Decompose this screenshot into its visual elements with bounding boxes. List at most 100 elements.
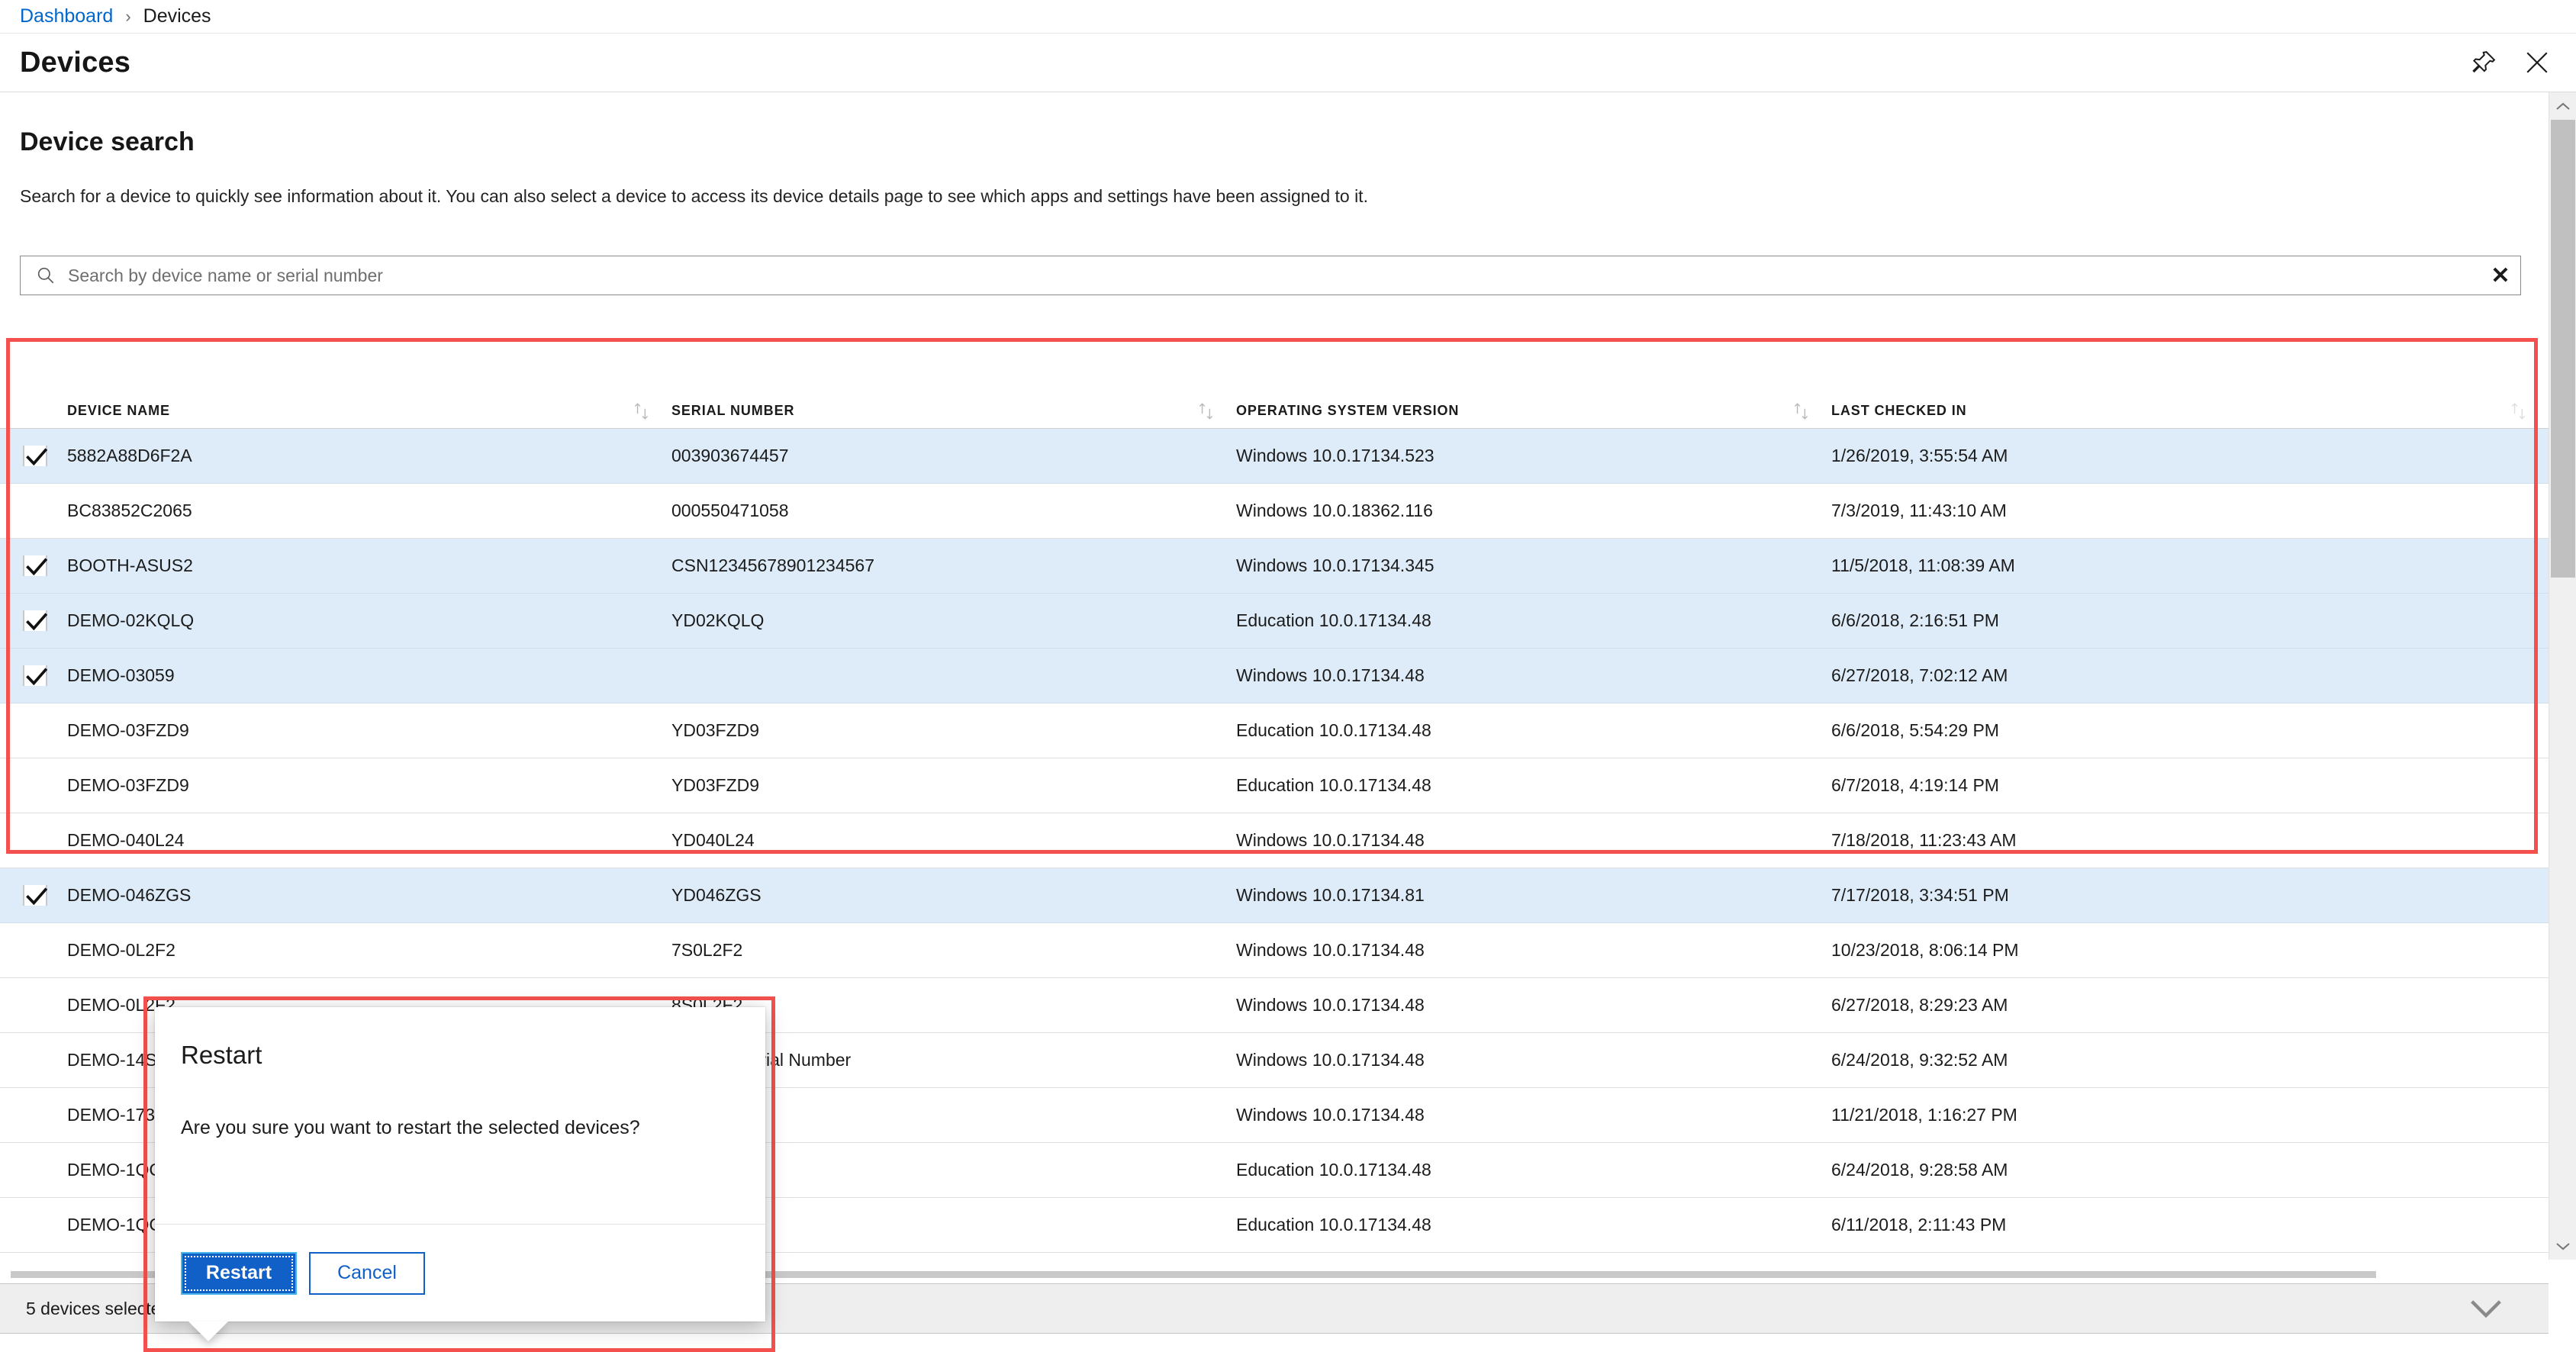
chevron-down-icon[interactable] [2469,1298,2503,1319]
breadcrumb-separator-icon: › [125,6,131,26]
dialog-cancel-button[interactable]: Cancel [309,1251,425,1295]
cell-last-checked-in: 11/21/2018, 1:16:27 PM [1831,1105,2017,1125]
dialog-restart-confirm-button[interactable]: Restart [181,1251,297,1295]
row-checkbox[interactable] [23,610,48,631]
table-row[interactable]: DEMO-03FZD9 YD03FZD9 Education 10.0.17134.… [0,758,2549,813]
cell-last-checked-in: 7/17/2018, 3:34:51 PM [1831,885,2009,905]
column-header-label: SERIAL NUMBER [671,403,795,418]
cell-serial-number: YD046ZGS [671,885,762,905]
cell-os-version: Windows 10.0.18362.116 [1236,501,1433,520]
search-box[interactable]: ✕ [20,256,2521,295]
row-checkbox[interactable] [23,885,48,906]
cell-device-name: 5882A88D6F2A [0,446,671,466]
cell-device-name: DEMO-0L2F2 [0,940,671,961]
cell-os-version: Windows 10.0.17134.81 [1236,885,1425,905]
table-row[interactable]: DEMO-02KQLQ YD02KQLQ Education 10.0.17134.… [0,594,2549,649]
dialog-body: Restart Are you sure you want to restart… [155,1007,765,1224]
cell-serial-number: 003903674457 [671,446,789,465]
row-checkbox[interactable] [23,555,48,576]
device-name-text: DEMO-02KQLQ [67,610,195,630]
pin-icon[interactable] [2471,50,2497,76]
device-name-text: BC83852C2065 [67,501,192,520]
cell-os-version: Windows 10.0.17134.48 [1236,830,1425,850]
cell-serial-number: YD03FZD9 [671,720,760,740]
table-header-row: DEVICE NAME SERIAL NUMBER OPERATING SYST… [0,394,2549,429]
vertical-scrollbar[interactable] [2549,92,2576,1260]
selection-count-label: 5 devices selected [26,1298,171,1318]
cell-last-checked-in: 6/24/2018, 9:28:58 AM [1831,1160,2008,1180]
cell-last-checked-in: 1/26/2019, 3:55:54 AM [1831,446,2008,465]
table-row[interactable]: BC83852C2065 000550471058 Windows 10.0.183… [0,484,2549,539]
cell-last-checked-in: 7/18/2018, 11:23:43 AM [1831,830,2017,850]
cell-device-name: DEMO-03FZD9 [0,775,671,796]
table-row[interactable]: DEMO-040L24 YD040L24 Windows 10.0.17134.48… [0,813,2549,868]
cell-os-version: Education 10.0.17134.48 [1236,775,1431,795]
sort-icon[interactable] [1196,401,1216,421]
cell-last-checked-in: 6/27/2018, 7:02:12 AM [1831,665,2008,685]
cell-last-checked-in: 7/3/2019, 11:43:10 AM [1831,501,2007,520]
column-header-operating-system-version[interactable]: OPERATING SYSTEM VERSION [1236,401,1831,421]
cell-os-version: Windows 10.0.17134.345 [1236,555,1435,575]
cell-device-name: DEMO-040L24 [0,830,671,851]
column-header-serial-number[interactable]: SERIAL NUMBER [671,401,1236,421]
cell-os-version: Windows 10.0.17134.48 [1236,995,1425,1015]
cell-os-version: Education 10.0.17134.48 [1236,1160,1431,1180]
vertical-scrollbar-thumb[interactable] [2551,120,2575,578]
cell-device-name: DEMO-02KQLQ [0,610,671,631]
device-name-text: DEMO-040L24 [67,830,185,850]
table-row[interactable]: DEMO-03FZD9 YD03FZD9 Education 10.0.17134.… [0,703,2549,758]
cell-device-name: DEMO-03059 [0,665,671,686]
section-description: Search for a device to quickly see infor… [20,186,1368,206]
cell-serial-number: YD03FZD9 [671,775,760,795]
column-header-last-checked-in[interactable]: LAST CHECKED IN [1831,401,2549,421]
cell-last-checked-in: 6/11/2018, 2:11:43 PM [1831,1215,2007,1235]
sort-icon[interactable] [632,401,652,421]
device-name-text: DEMO-03FZD9 [67,775,189,795]
cell-last-checked-in: 10/23/2018, 8:06:14 PM [1831,940,2019,960]
cell-serial-number: 000550471058 [671,501,789,520]
cell-last-checked-in: 6/6/2018, 5:54:29 PM [1831,720,1999,740]
device-name-text: DEMO-0L2F2 [67,940,175,960]
breadcrumb-link-dashboard[interactable]: Dashboard [20,5,113,27]
device-name-text: BOOTH-ASUS2 [67,555,193,575]
clear-search-button[interactable]: ✕ [2481,256,2520,295]
restart-confirmation-dialog: Restart Are you sure you want to restart… [155,1007,765,1341]
breadcrumb: Dashboard › Devices [0,0,2576,34]
row-checkbox[interactable] [23,665,48,686]
sort-icon[interactable] [2509,401,2529,421]
table-row[interactable]: DEMO-0L2F2 7S0L2F2 Windows 10.0.17134.48 10… [0,923,2549,978]
page-title: Devices [20,46,131,79]
cell-last-checked-in: 6/27/2018, 8:29:23 AM [1831,995,2008,1015]
sort-icon[interactable] [1792,401,1811,421]
close-icon[interactable] [2524,50,2550,76]
dialog-title: Restart [181,1041,262,1069]
cell-os-version: Education 10.0.17134.48 [1236,720,1431,740]
search-input[interactable] [56,265,2481,286]
cell-device-name: BC83852C2065 [0,501,671,521]
section-title: Device search [20,127,195,156]
row-checkbox[interactable] [23,446,48,466]
table-row[interactable]: 5882A88D6F2A 003903674457 Windows 10.0.171… [0,429,2549,484]
scroll-up-arrow-icon[interactable] [2549,92,2576,120]
table-row[interactable]: BOOTH-ASUS2 CSN12345678901234567 Windows 1… [0,539,2549,594]
cell-serial-number: 7S0L2F2 [671,940,743,960]
cell-device-name: DEMO-03FZD9 [0,720,671,741]
dialog-cancel-label: Cancel [337,1262,397,1283]
blade-actions [2471,50,2576,76]
cell-serial-number: YD040L24 [671,830,755,850]
dialog-footer: Restart Cancel [155,1224,765,1321]
column-header-device-name[interactable]: DEVICE NAME [0,401,671,421]
device-name-text: DEMO-03059 [67,665,175,685]
table-row[interactable]: DEMO-046ZGS YD046ZGS Windows 10.0.17134.81… [0,868,2549,923]
cell-os-version: Education 10.0.17134.48 [1236,1215,1431,1235]
command-bar: Sync Restart Rename [0,1334,2549,1352]
cell-last-checked-in: 6/7/2018, 4:19:14 PM [1831,775,1999,795]
cell-os-version: Windows 10.0.17134.48 [1236,1050,1425,1070]
scroll-down-arrow-icon[interactable] [2549,1232,2576,1260]
cell-os-version: Windows 10.0.17134.48 [1236,940,1425,960]
device-name-text: 5882A88D6F2A [67,446,192,465]
table-row[interactable]: DEMO-03059 Windows 10.0.17134.48 6/27/2018… [0,649,2549,703]
cell-os-version: Windows 10.0.17134.48 [1236,1105,1425,1125]
cell-last-checked-in: 6/24/2018, 9:32:52 AM [1831,1050,2008,1070]
device-name-text: DEMO-03FZD9 [67,720,189,740]
